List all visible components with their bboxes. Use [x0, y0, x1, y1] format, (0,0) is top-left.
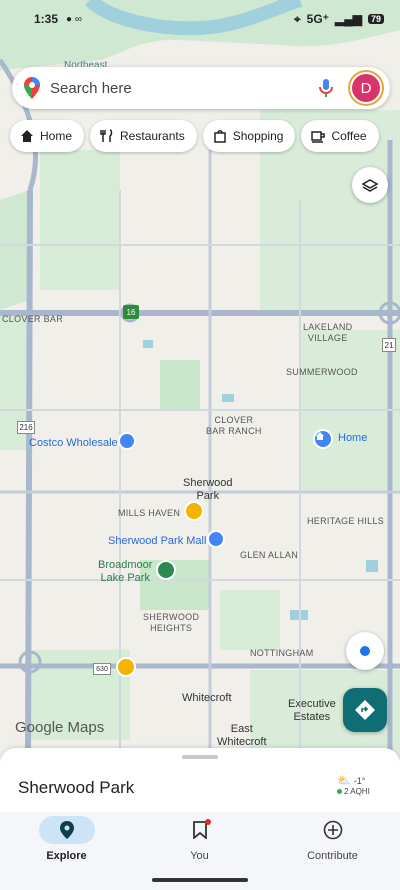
- google-maps-pin-icon: [24, 77, 40, 99]
- map-label-nottingham: NOTTINGHAM: [250, 648, 314, 658]
- notification-dot-icon: [204, 819, 211, 825]
- map-label-sherwood-heights: SHERWOOD HEIGHTS: [143, 612, 200, 633]
- map-label-east-whitecroft: East Whitecroft: [217, 723, 267, 748]
- place-title: Sherwood Park: [18, 778, 135, 797]
- signal-icon: ▂▄▆: [335, 12, 362, 26]
- shopping-bag-pin-icon[interactable]: [118, 432, 136, 450]
- weather-widget[interactable]: ⛅ -1° 2 AQHI: [337, 774, 377, 800]
- status-time: 1:35: [34, 12, 59, 26]
- park-tree-pin-icon[interactable]: [156, 560, 176, 580]
- weather-aqi: 2 AQHI: [344, 787, 370, 796]
- place-bottom-sheet[interactable]: Sherwood Park ⛅ -1° 2 AQHI: [0, 748, 400, 818]
- sheet-drag-handle[interactable]: [182, 755, 218, 759]
- directions-arrow-icon: [355, 700, 375, 720]
- nav-explore-pill: [38, 816, 95, 844]
- nav-explore[interactable]: Explore: [0, 812, 133, 890]
- chip-restaurants[interactable]: Restaurants: [90, 120, 197, 152]
- map-label-glen-allan: GLEN ALLAN: [240, 550, 299, 560]
- nav-label: Contribute: [307, 850, 358, 862]
- map-canvas[interactable]: Northeast CLOVER BAR LAKELAND VILLAGE SU…: [0, 0, 400, 760]
- fork-knife-icon: [100, 129, 113, 142]
- add-circle-icon: [323, 820, 342, 840]
- coffee-icon: [311, 131, 326, 143]
- home-icon: [21, 130, 33, 142]
- highway-216-shield: 216: [17, 421, 35, 434]
- star-pin-icon[interactable]: [116, 657, 136, 677]
- map-label-executive-estates: Executive Estates: [288, 698, 336, 723]
- layers-button[interactable]: [352, 167, 388, 203]
- nav-contribute[interactable]: Contribute: [266, 812, 399, 890]
- nav-label: Explore: [46, 850, 87, 862]
- poi-costco-label[interactable]: Costco Wholesale: [29, 437, 118, 450]
- status-right: ⌖ 5G⁺ ▂▄▆ 79: [294, 12, 384, 27]
- chip-home[interactable]: Home: [10, 120, 85, 152]
- weather-temp: -1°: [353, 775, 366, 786]
- map-label-mills-haven: MILLS HAVEN: [118, 508, 181, 518]
- location-icon: ⌖: [293, 11, 301, 26]
- aqi-dot-icon: [337, 789, 342, 794]
- chip-label: Coffee: [331, 129, 367, 143]
- nav-label: You: [190, 850, 209, 862]
- search-bar[interactable]: Search here D: [12, 67, 390, 109]
- layers-icon: [361, 179, 379, 192]
- star-pin-icon[interactable]: [184, 501, 204, 521]
- notification-icons: ● ∞: [66, 13, 82, 25]
- poi-sherwood-mall-label[interactable]: Sherwood Park Mall: [108, 535, 206, 548]
- home-indicator[interactable]: [152, 878, 248, 882]
- chip-label: Shopping: [232, 129, 284, 143]
- partly-cloudy-icon: ⛅: [337, 775, 351, 787]
- map-label-sherwood-park: Sherwood Park: [183, 477, 233, 502]
- explore-pin-icon: [59, 821, 74, 839]
- chip-label: Restaurants: [120, 129, 185, 143]
- search-input[interactable]: Search here: [50, 80, 314, 97]
- status-bar: 1:35 ● ∞ ⌖ 5G⁺ ▂▄▆ 79: [0, 0, 400, 38]
- poi-home-label[interactable]: Home: [338, 432, 367, 445]
- chip-shopping[interactable]: Shopping: [202, 120, 296, 152]
- microphone-icon[interactable]: [314, 76, 338, 100]
- poi-broadmoor-label[interactable]: Broadmoor Lake Park: [98, 559, 152, 585]
- nav-contribute-pill: [305, 816, 361, 844]
- battery-level: 79: [367, 14, 384, 24]
- my-location-button[interactable]: [346, 632, 384, 670]
- chip-coffee[interactable]: Coffee: [301, 120, 379, 152]
- map-graphics: [0, 0, 400, 760]
- nav-you-pill: [172, 816, 228, 844]
- network-label: 5G⁺: [306, 12, 330, 26]
- map-attribution: Google Maps: [15, 719, 105, 736]
- map-label-clover-bar: CLOVER BAR: [2, 314, 64, 324]
- highway-21-shield: 21: [382, 338, 396, 352]
- avatar[interactable]: D: [350, 72, 382, 104]
- map-label-heritage-hills: HERITAGE HILLS: [307, 516, 385, 526]
- map-label-summerwood: SUMMERWOOD: [286, 367, 358, 377]
- category-chips: Home Restaurants Shopping Coffee: [10, 120, 379, 152]
- chip-label: Home: [40, 129, 73, 143]
- highway-630-shield: 630: [93, 663, 111, 675]
- shopping-bag-icon: [213, 130, 226, 143]
- highway-16-shield: 16: [123, 305, 139, 319]
- map-label-lakeland-village: LAKELAND VILLAGE: [303, 322, 353, 343]
- mall-pin-icon[interactable]: [207, 530, 225, 548]
- directions-button[interactable]: [343, 688, 387, 732]
- map-label-clover-bar-ranch: CLOVER BAR RANCH: [206, 415, 262, 436]
- home-pin-icon[interactable]: [313, 429, 333, 449]
- map-label-whitecroft: Whitecroft: [182, 692, 232, 704]
- location-dot-icon: [360, 646, 370, 656]
- bookmark-icon: [192, 821, 207, 839]
